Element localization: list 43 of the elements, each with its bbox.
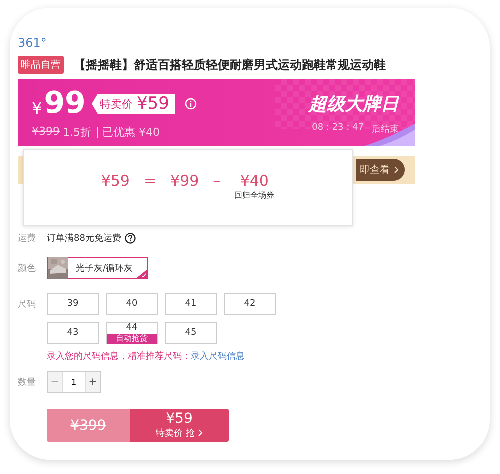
currency-sign: ¥ [32,98,42,118]
quantity-input[interactable]: 1 [62,372,86,392]
check-corner-icon [137,270,148,278]
field-label: 尺码 [18,299,37,311]
current-price: 99 [44,89,86,119]
quantity-stepper[interactable]: − 1 + [47,371,101,393]
field-label: 颜色 [18,262,37,274]
size-option[interactable]: 44 自动抢货 [106,322,158,344]
formula-term: ¥59 [101,172,130,190]
product-title: 【摇摇鞋】舒适百搭轻质轻便耐磨男式运动跑鞋常规运动鞋 [74,56,386,74]
saved-amount: 已优惠 ¥40 [102,125,160,140]
help-icon[interactable] [125,233,136,244]
increment-button[interactable]: + [86,372,100,392]
size-option[interactable]: 45 [165,322,217,344]
size-option[interactable]: 43 [47,322,99,344]
view-button[interactable]: 即查看 [356,159,405,181]
shipping-text: 订单满88元免运费 [47,232,122,245]
size-option[interactable]: 39 [47,293,99,315]
campaign-title: 超级大牌日 [309,93,399,116]
field-label: 数量 [18,376,37,388]
original-price: ¥399 [32,125,60,140]
info-icon[interactable] [185,98,198,110]
discount-text: 1.5折 [63,125,92,140]
size-option[interactable]: 42 [224,293,276,315]
countdown-suffix: 后结束 [372,124,399,136]
brand-logo[interactable]: 361° [18,36,47,50]
size-info-link[interactable]: 录入尺码信息 [191,350,245,363]
chevron-icon [394,166,399,174]
formula-term: ¥40 [240,172,269,190]
field-label: 运费 [18,232,37,245]
chevron-icon [198,429,203,437]
countdown-timer: 08 : 23 : 47 [312,123,364,135]
size-hint: 录入您的尺码信息，精准推荐尺码： [47,350,191,363]
size-option[interactable]: 41 [165,293,217,315]
formula-term: – [213,172,221,190]
store-badge: 唯品自营 [18,56,64,74]
special-price-tag: 特卖价 ¥59 [92,94,176,114]
buy-button[interactable]: ¥59 特卖价 抢 [130,409,229,442]
color-option[interactable]: 光子灰/循环灰 [47,257,148,279]
size-option[interactable]: 40 [106,293,158,315]
formula-term: = [144,172,157,190]
formula-term: ¥99 [170,172,200,190]
coupon-note: 回归全场券 [234,190,275,201]
